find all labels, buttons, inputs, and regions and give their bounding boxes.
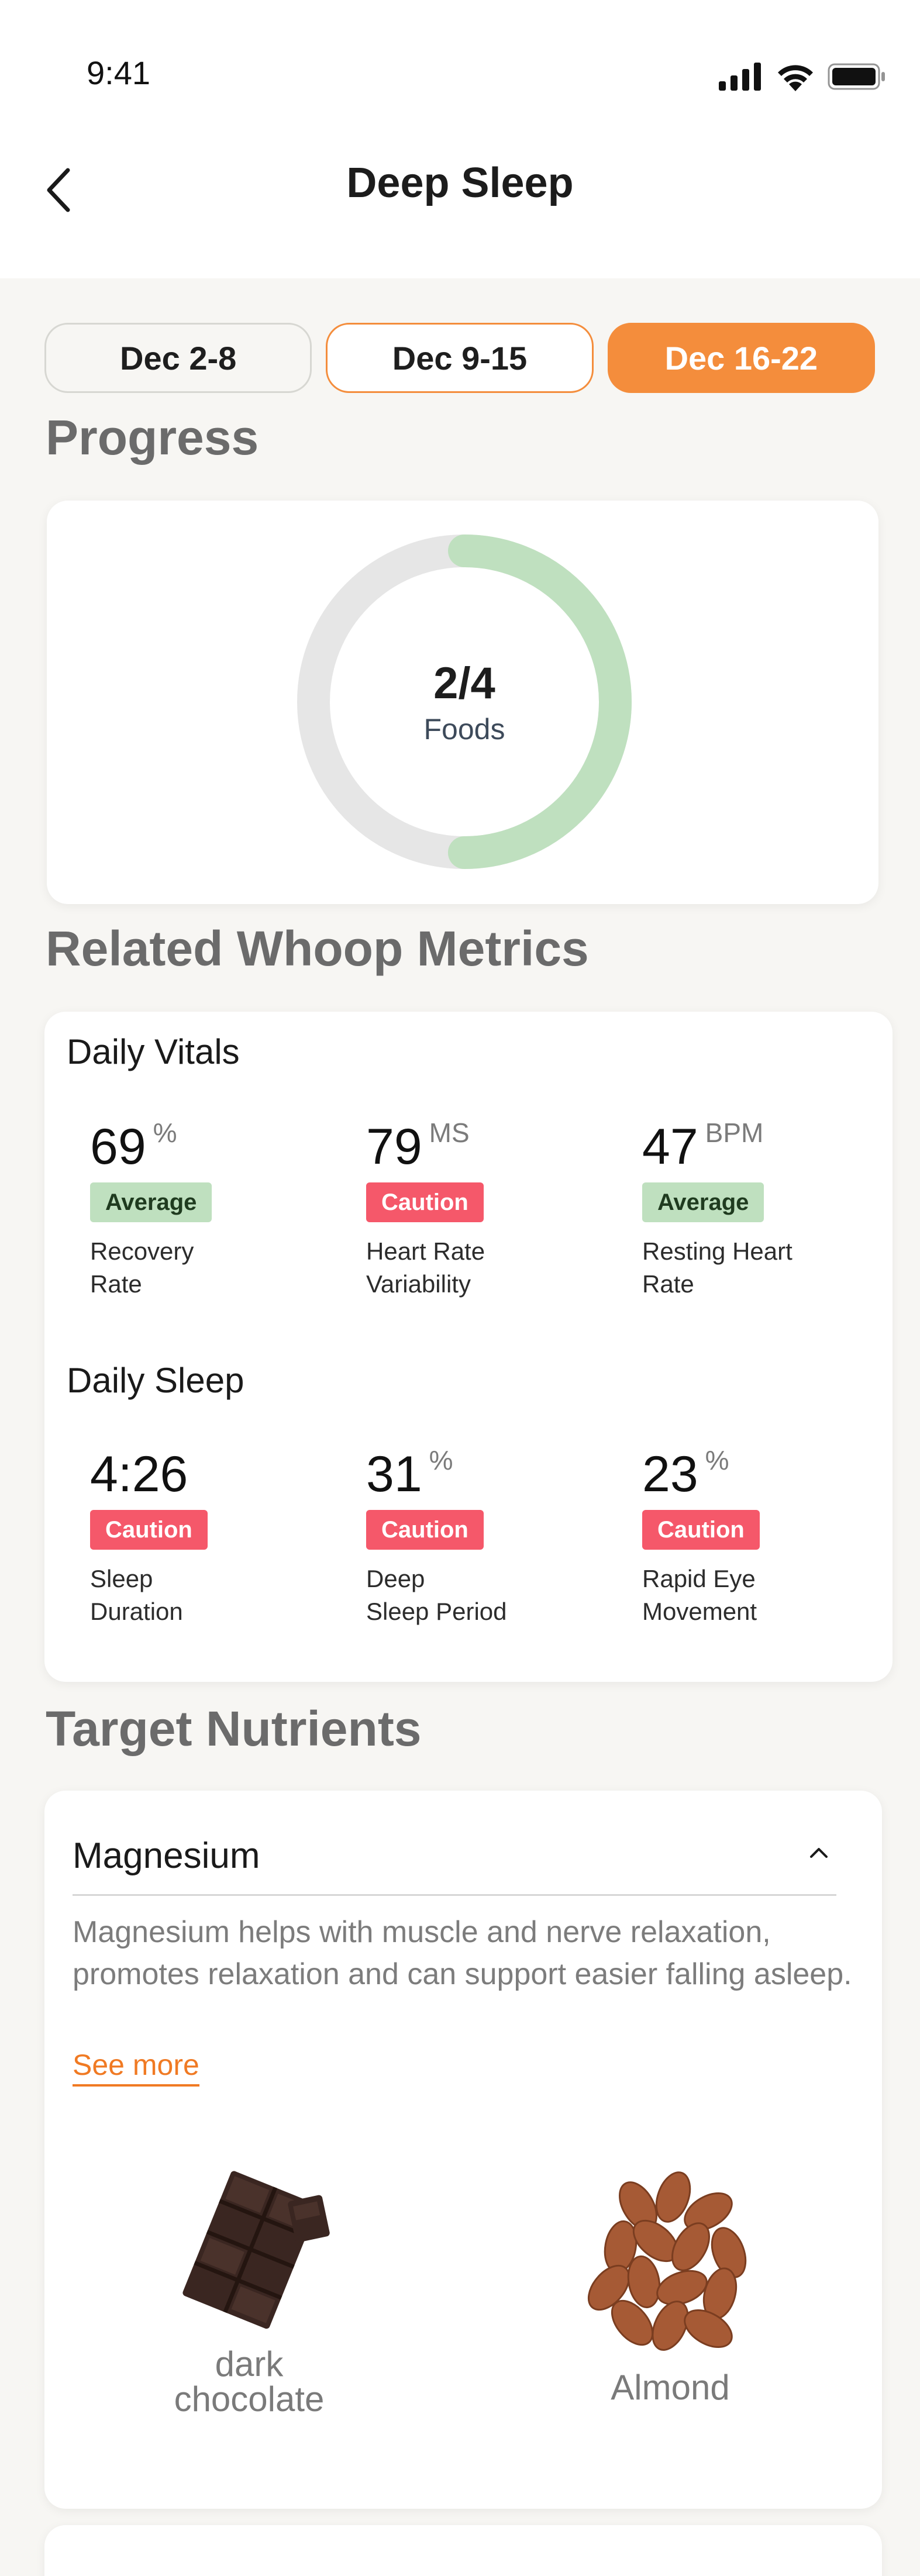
navigation-bar: Deep Sleep [0, 117, 920, 278]
metric-value: 23 [642, 1446, 698, 1502]
date-tab-dec-2-8[interactable]: Dec 2-8 [44, 323, 312, 393]
status-badge: Average [642, 1182, 764, 1222]
metric-recovery-rate: 69% Average Recovery Rate [90, 1118, 336, 1301]
status-time: 9:41 [87, 54, 150, 91]
metrics-card: Daily Vitals 69% Average Recovery Rate 7… [44, 1012, 893, 1682]
food-label: Almond [611, 2368, 730, 2407]
metric-resting-heart-rate: 47 BPM Average Resting Heart Rate [642, 1118, 888, 1301]
metric-value: 79 [366, 1119, 422, 1175]
see-more-link[interactable]: See more [73, 2048, 199, 2087]
dark-chocolate-image [182, 2171, 330, 2329]
metric-value: 31 [366, 1446, 422, 1502]
metric-label: Sleep Duration [90, 1565, 183, 1625]
status-badge: Caution [366, 1510, 484, 1550]
status-icons [719, 62, 886, 91]
metric-label: Rapid Eye Movement [642, 1565, 757, 1625]
battery-icon [828, 63, 885, 90]
food-label: dark chocolate [174, 2344, 325, 2419]
daily-sleep-title: Daily Sleep [67, 1361, 244, 1400]
status-badge: Caution [642, 1510, 760, 1550]
nutrient-name: Magnesium [73, 1836, 260, 1876]
page-title: Deep Sleep [346, 160, 574, 206]
metric-value: 47 [642, 1119, 698, 1175]
nutrients-section-title: Target Nutrients [46, 1701, 422, 1756]
daily-vitals-title: Daily Vitals [67, 1032, 240, 1071]
metric-unit: MS [429, 1118, 470, 1148]
status-badge: Caution [366, 1182, 484, 1222]
metric-deep-sleep-period: 31% Caution Deep Sleep Period [366, 1445, 612, 1628]
metric-unit: % [429, 1445, 453, 1475]
metric-label: Resting Heart Rate [642, 1237, 792, 1298]
wifi-icon [778, 65, 813, 91]
metric-unit: BPM [705, 1118, 764, 1148]
metric-unit: % [705, 1445, 729, 1475]
metric-sleep-duration: 4:26 Caution Sleep Duration [90, 1449, 336, 1628]
metric-label: Recovery Rate [90, 1237, 194, 1298]
metric-label: Deep Sleep Period [366, 1565, 507, 1625]
food-item-almond[interactable]: Almond [571, 2165, 770, 2405]
next-nutrient-card[interactable] [44, 2525, 882, 2576]
metric-label: Heart Rate Variability [366, 1237, 485, 1298]
progress-value: 2/4 [433, 658, 495, 708]
progress-ring: 2/4 Foods [296, 533, 633, 870]
metric-value: 4:26 [90, 1446, 188, 1502]
metric-heart-rate-variability: 79 MS Caution Heart Rate Variability [366, 1118, 612, 1301]
status-badge: Caution [90, 1510, 208, 1550]
nutrient-card: Magnesium Magnesium helps with muscle an… [44, 1791, 882, 2509]
progress-ring-center: 2/4 Foods [296, 533, 633, 870]
metric-unit: % [153, 1118, 177, 1148]
food-item-dark-chocolate[interactable]: dark chocolate [156, 2171, 343, 2417]
metric-value: 69 [90, 1119, 146, 1175]
metric-rapid-eye-movement: 23% Caution Rapid Eye Movement [642, 1445, 888, 1628]
collapse-button[interactable] [801, 1835, 836, 1870]
metrics-section-title: Related Whoop Metrics [46, 921, 589, 976]
progress-label: Foods [423, 712, 505, 746]
date-tab-dec-16-22[interactable]: Dec 16-22 [607, 323, 875, 393]
date-range-tabs: Dec 2-8 Dec 9-15 Dec 16-22 [44, 323, 875, 393]
status-bar: 9:41 [0, 0, 920, 117]
progress-section-title: Progress [46, 410, 259, 465]
status-badge: Average [90, 1182, 212, 1222]
date-tab-dec-9-15[interactable]: Dec 9-15 [326, 323, 594, 393]
nutrient-header[interactable]: Magnesium [73, 1835, 836, 1896]
chevron-up-icon [810, 1848, 828, 1858]
almond-image [587, 2171, 747, 2351]
cellular-signal-icon [719, 63, 761, 91]
progress-card: 2/4 Foods [47, 501, 878, 904]
nutrient-description: Magnesium helps with muscle and nerve re… [73, 1915, 852, 1991]
